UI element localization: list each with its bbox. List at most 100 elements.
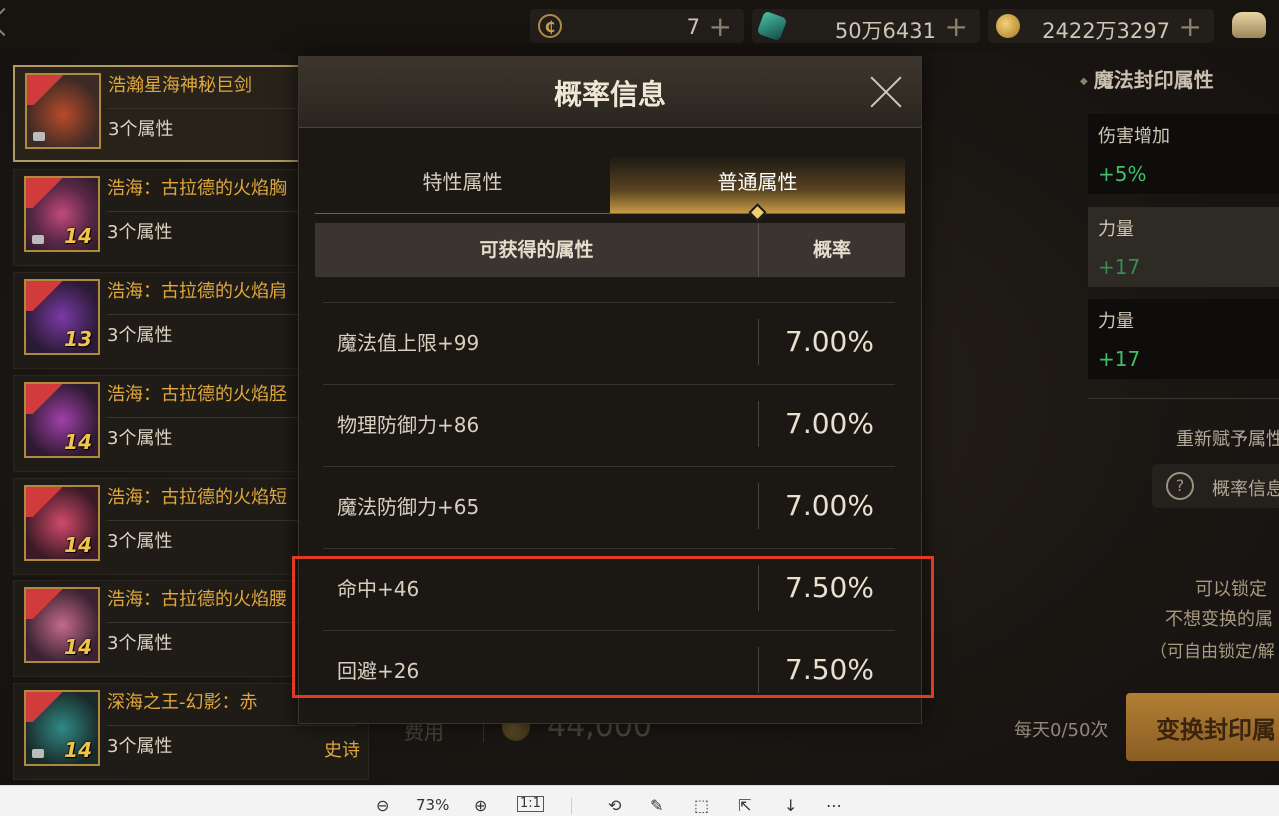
item-props: 3个属性 <box>107 736 173 757</box>
attribute-card[interactable]: 力量 +17 <box>1088 299 1279 379</box>
lock-icon <box>33 132 45 141</box>
right-panel-title: 魔法封印属性 <box>1080 64 1214 93</box>
download-icon[interactable]: ↓ <box>784 796 797 815</box>
item-icon: 14 <box>24 587 100 663</box>
bag-icon[interactable] <box>1232 12 1266 38</box>
attribute-text: 魔法值上限+99 <box>337 331 480 355</box>
header-attribute: 可获得的属性 <box>479 239 594 261</box>
question-icon: ? <box>1166 472 1194 500</box>
ribbon-icon <box>26 281 62 311</box>
item-name: 浩海：古拉德的火焰肩 <box>107 281 287 302</box>
ribbon-icon <box>26 692 62 722</box>
lock-note: （可自由锁定/解 <box>1150 642 1275 662</box>
add-currency-icon[interactable]: + <box>1179 10 1202 43</box>
coupon-coin-icon: ₵ <box>538 14 562 38</box>
actual-size-button[interactable]: 1:1 <box>517 796 544 812</box>
item-name: 浩海：古拉德的火焰短 <box>107 487 287 508</box>
probability-text: 7.00% <box>785 407 874 440</box>
rotate-icon[interactable]: ⟲ <box>608 796 621 815</box>
divider <box>1088 398 1279 399</box>
close-icon[interactable] <box>869 75 903 109</box>
lock-note: 可以锁定 <box>1195 579 1267 600</box>
item-level: 14 <box>64 533 92 557</box>
divider <box>571 798 572 814</box>
attribute-card[interactable]: 力量 +17 <box>1088 207 1279 287</box>
tab-special-attributes[interactable]: 特性属性 <box>315 157 610 213</box>
item-props: 3个属性 <box>107 531 173 552</box>
currency-value: 7 <box>686 15 700 39</box>
item-icon: 14 <box>24 176 100 252</box>
ribbon-icon <box>26 487 62 517</box>
item-level: 14 <box>64 430 92 454</box>
probability-info-button[interactable]: ? 概率信息 <box>1152 464 1279 508</box>
item-name: 深海之王-幻影：赤 <box>107 692 258 713</box>
item-level: 14 <box>64 635 92 659</box>
viewer-toolbar: ⊖ 73% ⊕ 1:1 ⟲ ✎ ⬚ ⇱ ↓ ⋯ <box>0 785 1279 816</box>
add-currency-icon[interactable]: + <box>709 10 732 43</box>
table-header: 可获得的属性 概率 <box>315 223 905 277</box>
item-icon: 14 <box>24 690 100 766</box>
tab-bar: 特性属性 普通属性 <box>315 157 905 214</box>
currency-bar: ₵ 7 + 50万6431 + 2422万3297 + <box>0 0 1279 52</box>
table-row: 魔法防御力+65 7.00% <box>323 466 895 548</box>
share-icon[interactable]: ⇱ <box>738 796 751 815</box>
ribbon-icon <box>27 75 63 105</box>
lock-note: 不想变换的属 <box>1165 609 1273 630</box>
transform-seal-label: 变换封印属 <box>1156 716 1276 744</box>
ribbon-icon <box>26 589 62 619</box>
item-props: 3个属性 <box>108 119 174 140</box>
zoom-in-icon[interactable]: ⊕ <box>474 796 487 815</box>
add-currency-icon[interactable]: + <box>945 10 968 43</box>
attribute-name: 力量 <box>1098 311 1134 332</box>
item-icon: 14 <box>24 382 100 458</box>
item-name: 浩海：古拉德的火焰腰 <box>107 589 287 610</box>
divider <box>758 319 759 365</box>
currency-coupon: ₵ 7 + <box>530 9 744 43</box>
item-icon: 13 <box>24 279 100 355</box>
daily-limit: 每天0/50次 <box>1014 720 1109 741</box>
item-name: 浩海：古拉德的火焰胸 <box>107 178 287 199</box>
item-rarity: 史诗 <box>324 740 360 761</box>
probability-text: 7.00% <box>785 325 874 358</box>
ribbon-icon <box>26 384 62 414</box>
transform-seal-button[interactable]: 变换封印属 <box>1126 693 1279 761</box>
table-row: 魔法值上限+99 7.00% <box>323 302 895 384</box>
zoom-out-icon[interactable]: ⊖ <box>376 796 389 815</box>
edit-icon[interactable]: ✎ <box>650 796 663 815</box>
item-name: 浩海：古拉德的火焰胫 <box>107 384 287 405</box>
ribbon-icon <box>26 178 62 208</box>
item-level: 14 <box>64 738 92 762</box>
game-screen: ₵ 7 + 50万6431 + 2422万3297 + 浩瀚星海神秘巨剑 3个属… <box>0 0 1279 785</box>
text-recognize-icon[interactable]: ⬚ <box>694 796 709 815</box>
divider <box>107 725 357 726</box>
item-props: 3个属性 <box>107 428 173 449</box>
attribute-card[interactable]: 伤害增加 +5% <box>1088 114 1279 194</box>
modal-header: 概率信息 <box>299 57 921 128</box>
item-level: 13 <box>64 327 92 351</box>
more-icon[interactable]: ⋯ <box>826 796 842 815</box>
divider <box>758 401 759 447</box>
item-props: 3个属性 <box>107 222 173 243</box>
probability-text: 7.00% <box>785 489 874 522</box>
gold-coin-icon <box>996 14 1020 38</box>
attribute-text: 物理防御力+86 <box>337 413 480 437</box>
attribute-name: 伤害增加 <box>1098 126 1170 147</box>
item-props: 3个属性 <box>107 633 173 654</box>
attribute-name: 力量 <box>1098 219 1134 240</box>
currency-gold: 2422万3297 + <box>988 9 1214 43</box>
attribute-value: +17 <box>1098 347 1141 371</box>
zoom-level: 73% <box>416 796 450 814</box>
attribute-text: 魔法防御力+65 <box>337 495 480 519</box>
item-icon <box>25 73 101 149</box>
lock-icon <box>32 749 44 758</box>
attribute-value: +17 <box>1098 255 1141 279</box>
header-probability: 概率 <box>812 239 851 261</box>
table-row: 物理防御力+86 7.00% <box>323 384 895 466</box>
probability-info-label: 概率信息 <box>1212 479 1279 500</box>
back-arrow-icon[interactable] <box>0 7 19 37</box>
currency-value: 50万6431 <box>834 19 936 43</box>
reassign-label: 重新赋予属性 <box>1176 429 1279 450</box>
item-icon: 14 <box>24 485 100 561</box>
modal-title: 概率信息 <box>553 78 666 111</box>
gem-icon <box>756 10 788 42</box>
